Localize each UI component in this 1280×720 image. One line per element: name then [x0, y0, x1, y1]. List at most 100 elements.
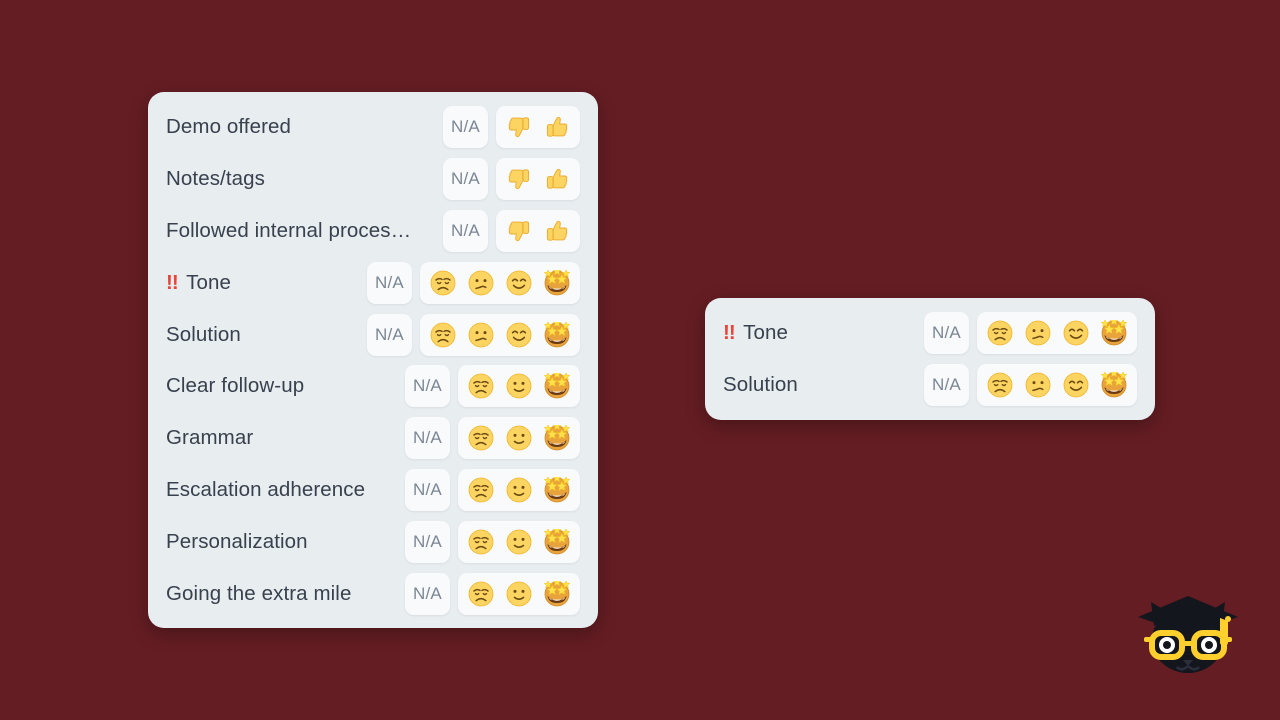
smiling-face-icon[interactable] [505, 268, 533, 298]
scorecard-row: Solution N/A [705, 363, 1155, 407]
row-label: Clear follow-up [166, 374, 405, 398]
na-option-button[interactable]: N/A [924, 312, 969, 354]
disappointed-face-icon[interactable] [467, 371, 495, 401]
row-label: !! Tone [166, 271, 367, 295]
row-label-text: Escalation adherence [166, 478, 366, 502]
slightly-smiling-face-icon[interactable] [505, 475, 533, 505]
na-option-button[interactable]: N/A [443, 157, 488, 200]
thumbs-up-icon[interactable] [543, 164, 571, 194]
thumbs-up-icon[interactable] [543, 216, 571, 246]
scorecard-row: Demo offered N/A [148, 105, 598, 149]
row-label-text: Notes/tags [166, 166, 265, 190]
row-label: Solution [723, 373, 924, 397]
na-option-button[interactable]: N/A [405, 469, 450, 512]
disappointed-face-icon[interactable] [429, 320, 457, 350]
row-label-text: Tone [743, 321, 788, 344]
na-option-button[interactable]: N/A [443, 106, 488, 148]
required-marker: !! [166, 270, 179, 294]
thumbs-down-icon[interactable] [505, 216, 533, 246]
row-label-text: Solution [166, 322, 241, 346]
scorecard-row: Escalation adherence N/A [148, 468, 598, 512]
na-option-button[interactable]: N/A [443, 209, 488, 252]
rating-scale-group [496, 157, 580, 200]
row-label-text: Going the extra mile [166, 581, 352, 605]
scorecard-row: Clear follow-up N/A [148, 364, 598, 408]
disappointed-face-icon[interactable] [467, 579, 495, 609]
rating-scale-group [496, 106, 580, 148]
row-label-text: Solution [723, 373, 798, 396]
rating-scale-group [420, 313, 580, 356]
rating-scale-group [496, 209, 580, 252]
star-struck-face-icon[interactable] [543, 527, 571, 557]
row-label-text: Grammar [166, 426, 254, 450]
row-label-text: Demo offered [166, 115, 292, 138]
smiling-face-icon[interactable] [1062, 370, 1090, 400]
row-label: Followed internal proces… [166, 219, 443, 243]
scorecard-row: Solution N/A [148, 313, 598, 357]
star-struck-face-icon[interactable] [543, 320, 571, 350]
na-option-button[interactable]: N/A [405, 365, 450, 408]
disappointed-face-icon[interactable] [467, 527, 495, 557]
scorecard-compact-card: !! Tone N/A Solution N/A [705, 298, 1155, 420]
star-struck-face-icon[interactable] [543, 423, 571, 453]
confused-face-icon[interactable] [467, 268, 495, 298]
scorecard-row: !! Tone N/A [148, 261, 598, 305]
confused-face-icon[interactable] [1024, 318, 1052, 348]
na-option-button[interactable]: N/A [367, 313, 412, 356]
star-struck-face-icon[interactable] [543, 475, 571, 505]
na-option-button[interactable]: N/A [405, 521, 450, 563]
scorecard-row: Notes/tags N/A [148, 157, 598, 201]
row-label: Escalation adherence [166, 478, 405, 502]
rating-scale-group [977, 364, 1137, 406]
disappointed-face-icon[interactable] [467, 475, 495, 505]
row-label-text: Tone [186, 270, 231, 294]
na-option-button[interactable]: N/A [405, 572, 450, 615]
row-label: Grammar [166, 426, 405, 450]
star-struck-face-icon[interactable] [1100, 318, 1128, 348]
row-label-text: Personalization [166, 530, 308, 553]
na-option-button[interactable]: N/A [924, 364, 969, 406]
scorecard-row: Grammar N/A [148, 416, 598, 460]
rating-scale-group [458, 572, 580, 615]
rating-scale-group [420, 261, 580, 304]
star-struck-face-icon[interactable] [543, 579, 571, 609]
confused-face-icon[interactable] [1024, 370, 1052, 400]
scorecard-row: Followed internal proces… N/A [148, 209, 598, 253]
scorecard-full-card: Demo offered N/A Notes/tags N/A Followed int… [148, 92, 598, 628]
smiling-face-icon[interactable] [1062, 318, 1090, 348]
star-struck-face-icon[interactable] [543, 371, 571, 401]
disappointed-face-icon[interactable] [986, 370, 1014, 400]
disappointed-face-icon[interactable] [429, 268, 457, 298]
graduate-cat-logo [1130, 588, 1246, 680]
row-label: Going the extra mile [166, 582, 405, 606]
row-label: Personalization [166, 530, 405, 554]
thumbs-down-icon[interactable] [505, 164, 533, 194]
thumbs-up-icon[interactable] [543, 112, 571, 142]
slightly-smiling-face-icon[interactable] [505, 579, 533, 609]
thumbs-down-icon[interactable] [505, 112, 533, 142]
disappointed-face-icon[interactable] [467, 423, 495, 453]
star-struck-face-icon[interactable] [543, 268, 571, 298]
star-struck-face-icon[interactable] [1100, 370, 1128, 400]
rating-scale-group [458, 417, 580, 460]
na-option-button[interactable]: N/A [405, 417, 450, 460]
row-label-text: Followed internal proces… [166, 218, 412, 242]
row-label: Solution [166, 323, 367, 347]
slightly-smiling-face-icon[interactable] [505, 527, 533, 557]
scorecard-row: Going the extra mile N/A [148, 572, 598, 616]
disappointed-face-icon[interactable] [986, 318, 1014, 348]
slightly-smiling-face-icon[interactable] [505, 423, 533, 453]
row-label: Demo offered [166, 115, 443, 139]
scorecard-row: !! Tone N/A [705, 311, 1155, 355]
row-label-text: Clear follow-up [166, 374, 305, 398]
confused-face-icon[interactable] [467, 320, 495, 350]
rating-scale-group [977, 312, 1137, 354]
slightly-smiling-face-icon[interactable] [505, 371, 533, 401]
rating-scale-group [458, 469, 580, 512]
scorecard-row: Personalization N/A [148, 520, 598, 564]
rating-scale-group [458, 365, 580, 408]
na-option-button[interactable]: N/A [367, 261, 412, 304]
row-label: !! Tone [723, 321, 924, 345]
smiling-face-icon[interactable] [505, 320, 533, 350]
rating-scale-group [458, 521, 580, 563]
